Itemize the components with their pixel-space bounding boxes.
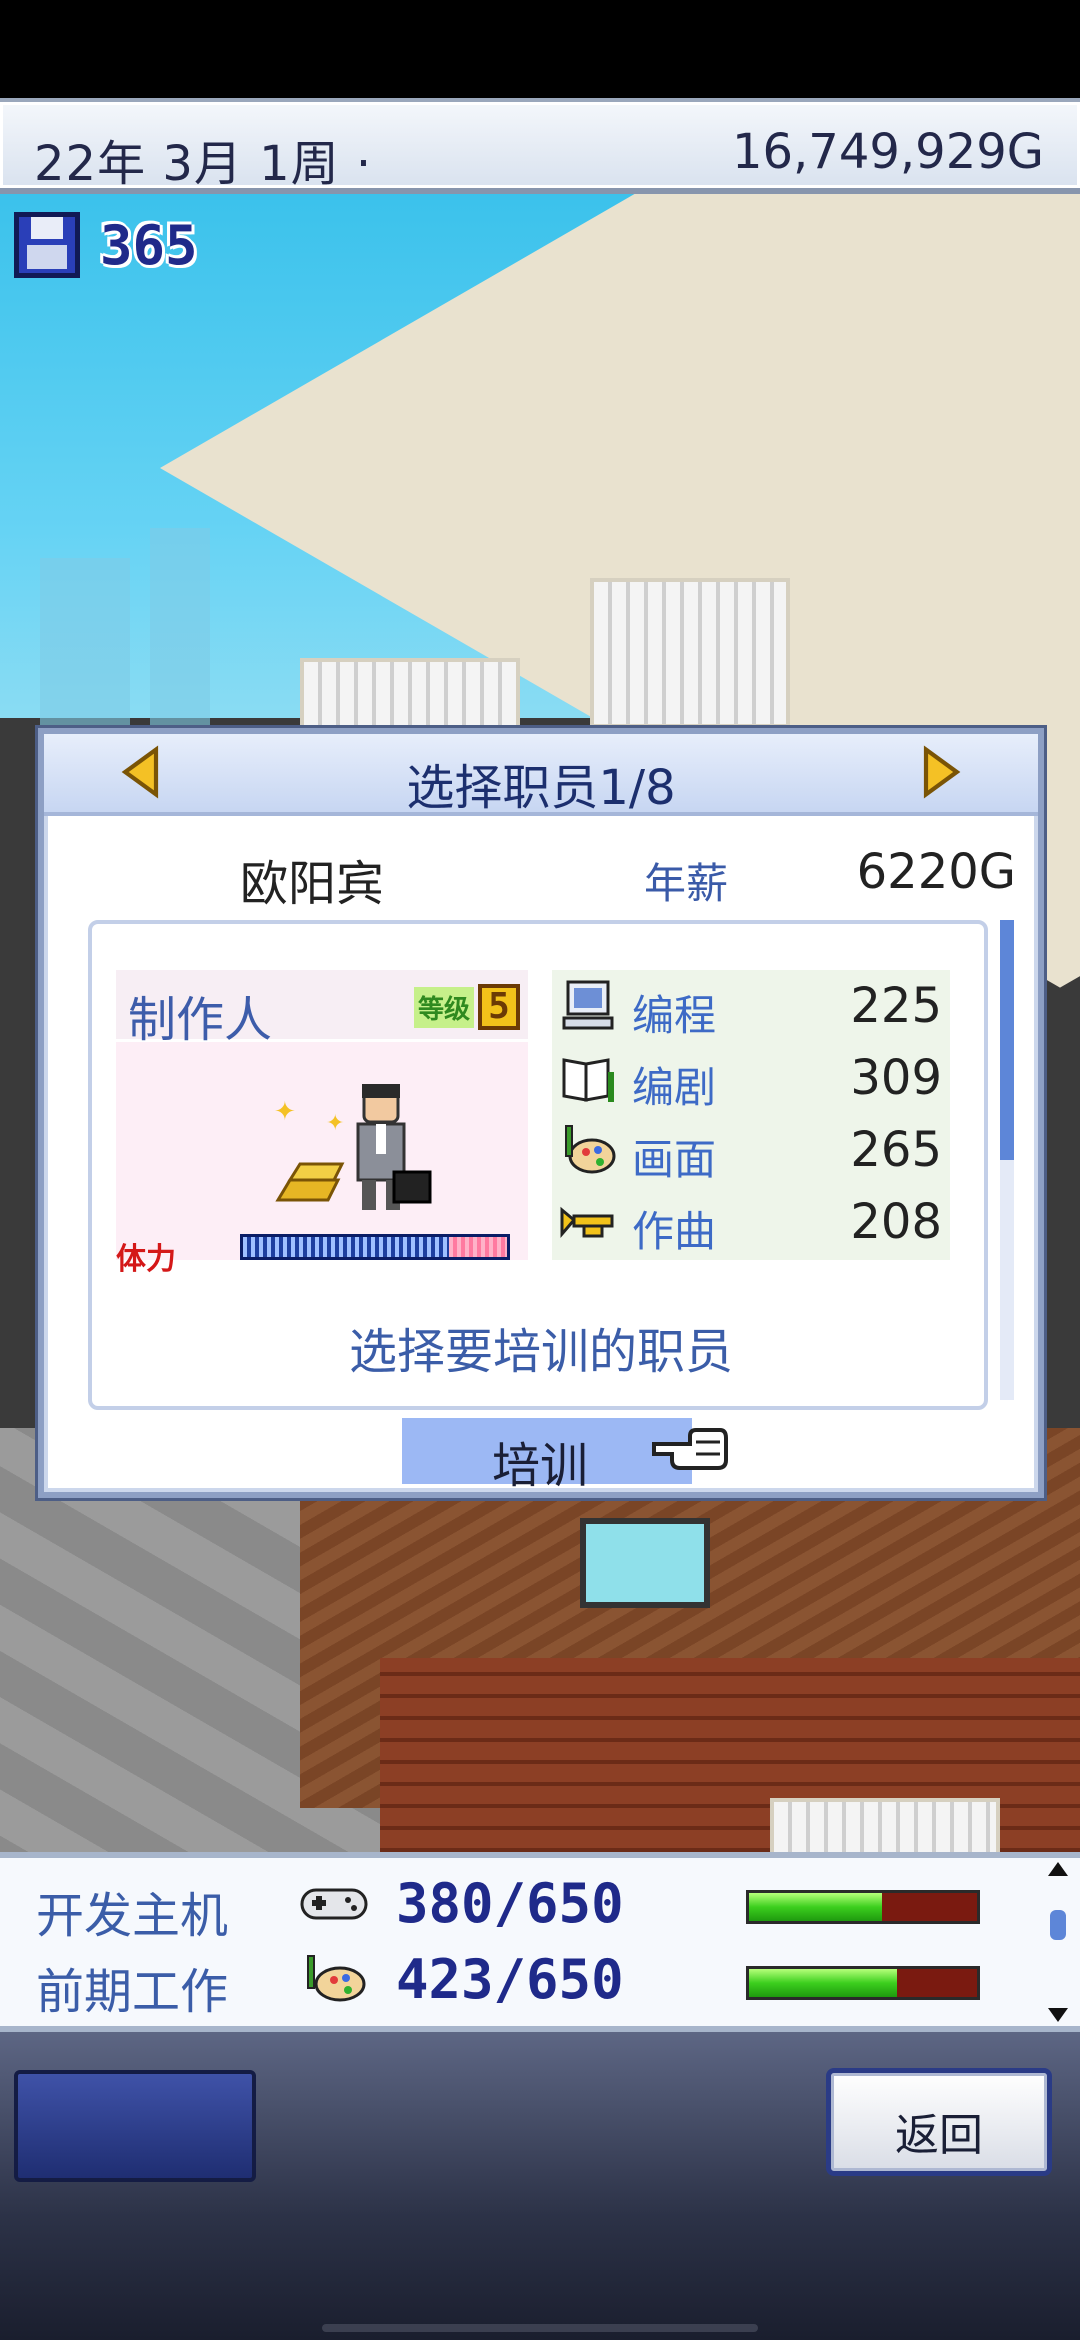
role-name: 制作人 [128,992,273,1048]
progress-value: 423/650 [396,1948,624,2011]
scroll-up-icon[interactable] [1048,1862,1068,1876]
salary-label: 年薪 [644,859,729,908]
stat-label: 画面 [632,1135,717,1184]
trumpet-icon [560,1206,614,1239]
stamina-label: 体力 [116,1242,176,1277]
skyline-building [150,528,210,728]
top-status-bar: 22年 3月 1周 · 16,749,929G [0,98,1080,194]
save-count: 365 [100,213,198,277]
instruction-text: 选择要培训的职员 [348,1324,733,1380]
stat-label: 编程 [632,991,717,1040]
back-button-label: 返回 [895,2110,983,2161]
select-staff-dialog: 选择职员1/8 欧阳宾 年薪 6220G 制作人 等级 5 ✦ ✦ 体力 编程 … [38,728,1044,1498]
stats-panel: 编程 225 编剧 309 画面 265 作曲 208 [552,970,950,1260]
gamepad-icon [300,1888,368,1920]
game-date: 22年 3月 1周 · [34,136,373,192]
development-progress-panel: 开发主机 380/650 前期工作 423/650 [0,1852,1080,2032]
office-window [770,1798,1000,1858]
train-button[interactable]: 培训 [402,1418,692,1494]
stamina-fill [243,1237,449,1257]
svg-text:✦: ✦ [326,1111,344,1136]
stamina-bar [240,1234,510,1260]
pointing-hand-icon [652,1428,728,1470]
book-icon [562,1058,614,1102]
level-badge: 等级 5 [413,984,520,1030]
bottom-command-bar: 返回 [0,2032,1080,2340]
stat-row-graphics: 画面 265 [552,1114,950,1186]
next-staff-arrow-icon[interactable] [912,744,968,800]
stat-value: 225 [850,978,942,1034]
svg-text:✦: ✦ [274,1097,296,1127]
stat-value: 208 [850,1194,942,1250]
palette-icon [565,1125,616,1174]
stat-row-music: 作曲 208 [552,1186,950,1258]
stat-label: 编剧 [632,1063,717,1112]
progress-fill [749,1893,883,1921]
level-label: 等级 [413,986,474,1028]
employee-name: 欧阳宾 [240,856,385,912]
progress-fill [749,1969,898,1997]
stat-value: 265 [850,1122,942,1178]
save-indicator[interactable]: 365 [14,212,198,278]
scroll-thumb[interactable] [1050,1910,1066,1940]
office-window [590,578,790,728]
palette-icon [307,1955,366,2002]
salary-value: 6220G [856,844,1016,900]
train-button-label: 培训 [492,1438,589,1494]
floppy-disk-icon [14,212,80,278]
empty-command-slot[interactable] [14,2070,256,2182]
progress-value: 380/650 [396,1872,624,1935]
progress-row-planning: 前期工作 423/650 [0,1944,1040,2020]
level-value: 5 [478,984,520,1030]
stat-row-programming: 编程 225 [552,970,950,1042]
role-header: 制作人 等级 5 [116,970,528,1048]
stamina-remaining [448,1237,507,1257]
funds-display: 16,749,929G [731,124,1044,180]
progress-row-console: 开发主机 380/650 [0,1868,1040,1944]
aquarium [580,1518,710,1608]
back-button[interactable]: 返回 [826,2068,1052,2176]
employee-sprite: ✦ ✦ [274,1084,432,1210]
dialog-title: 选择职员1/8 [406,760,676,816]
home-indicator[interactable] [322,2324,758,2332]
dialog-header: 选择职员1/8 [44,734,1038,816]
progress-label: 前期工作 [36,1964,229,2020]
stat-label: 作曲 [632,1207,717,1256]
computer-icon [562,980,614,1030]
stat-value: 309 [850,1050,942,1106]
progress-bar [746,1890,980,1924]
stat-row-scenario: 编剧 309 [552,1042,950,1114]
progress-label: 开发主机 [36,1888,229,1944]
progress-scrollbar[interactable] [1046,1862,1070,2022]
scroll-down-icon[interactable] [1048,2008,1068,2022]
role-panel: 制作人 等级 5 ✦ ✦ [116,970,528,1260]
progress-bar [746,1966,980,2000]
card-scrollbar-thumb[interactable] [1000,920,1014,1160]
